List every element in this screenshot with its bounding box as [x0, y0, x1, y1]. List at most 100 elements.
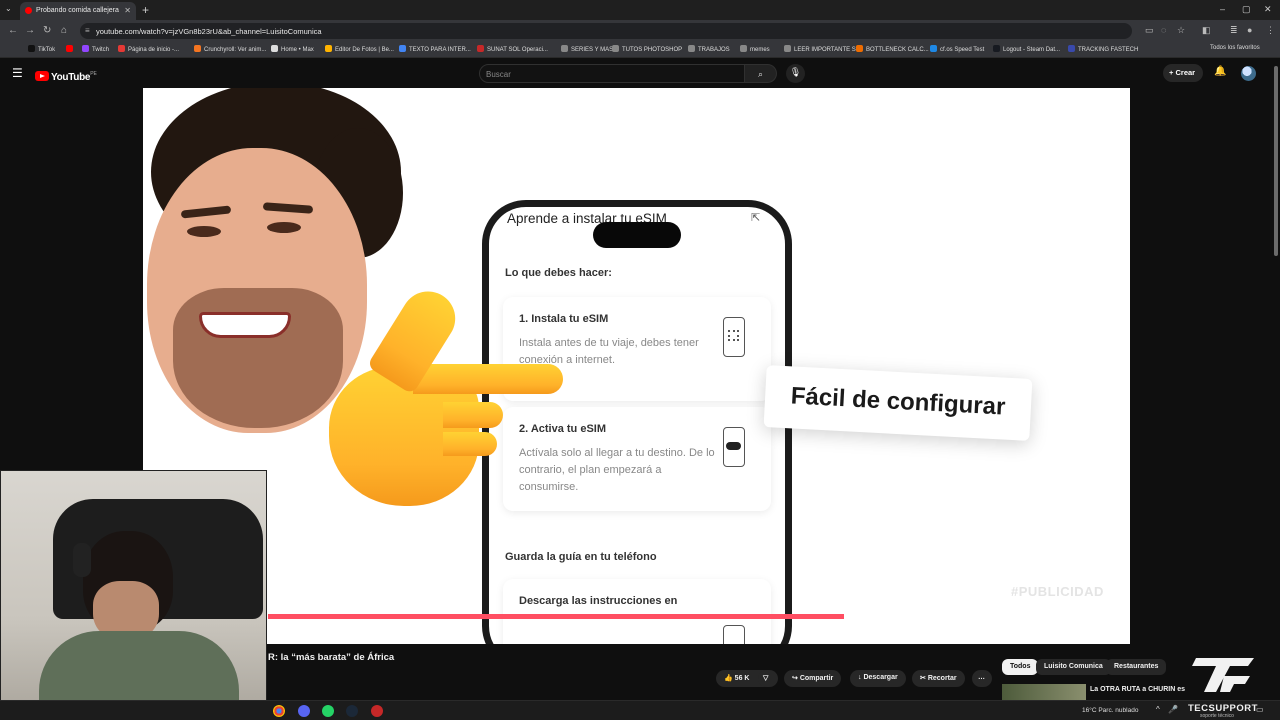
bookmark-label: TikTok: [38, 47, 56, 53]
url-field[interactable]: ≡ youtube.com/watch?v=jzVGn8b23rU&ab_cha…: [80, 23, 1132, 39]
bookmark-item[interactable]: TRABAJOS: [688, 45, 730, 53]
bookmark-item[interactable]: LEER IMPORTANTE S: [784, 45, 856, 53]
bookmark-item[interactable]: SUNAT SOL Operaci...: [477, 45, 548, 53]
recommended-video-title[interactable]: La OTRA RUTA a CHURIN es: [1090, 686, 1185, 693]
step3-title: Descarga las instrucciones en: [519, 595, 678, 607]
bookmark-label: Crunchyroll: Ver anim...: [204, 47, 267, 53]
minimize-icon[interactable]: –: [1220, 4, 1225, 14]
discord-taskbar-icon[interactable]: [298, 705, 310, 717]
tab-title: Probando comida callejera: [36, 7, 119, 14]
bookmark-item[interactable]: memes: [740, 45, 770, 53]
youtube-logo[interactable]: YouTubePE: [35, 67, 97, 85]
profile-icon[interactable]: ●: [1247, 25, 1252, 35]
page-scrollbar[interactable]: [1272, 58, 1280, 700]
search-input[interactable]: Buscar: [479, 64, 745, 83]
bookmark-favicon-icon: [740, 45, 747, 52]
bookmark-item[interactable]: Logout - Steam Dat...: [993, 45, 1060, 53]
bookmark-favicon-icon: [784, 45, 791, 52]
address-bar-row: ← → ↻ ⌂ ≡ youtube.com/watch?v=jzVGn8b23r…: [0, 20, 1280, 42]
browser-tab-strip: ⌄ Probando comida callejera ✕ + – ▢ ✕: [0, 0, 1280, 20]
bookmark-item[interactable]: SERIES Y MAS: [561, 45, 613, 53]
bookmark-item[interactable]: Editor De Fotos | Be...: [325, 45, 394, 53]
headphones-icon: [73, 543, 91, 577]
voice-search-icon[interactable]: 🎙: [786, 64, 805, 83]
bookmark-item[interactable]: TUTOS PHOTOSHOP: [612, 45, 682, 53]
reload-icon[interactable]: ↻: [43, 25, 51, 36]
hamburger-menu-icon[interactable]: ☰: [12, 66, 23, 80]
scrollbar-thumb[interactable]: [1274, 66, 1278, 256]
site-info-icon[interactable]: ≡: [85, 26, 90, 35]
all-bookmarks-folder[interactable]: Todos los favoritos: [1210, 45, 1260, 51]
browser-tab[interactable]: Probando comida callejera ✕: [20, 2, 136, 20]
bookmark-label: memes: [750, 47, 770, 53]
bookmark-label: Editor De Fotos | Be...: [335, 47, 394, 53]
create-button[interactable]: + Crear: [1163, 64, 1203, 82]
weather-widget[interactable]: 16°C Parc. nublado: [1082, 707, 1138, 714]
bookmark-favicon-icon: [82, 45, 89, 52]
hand-ring-finger: [443, 432, 497, 456]
chip-channel[interactable]: Luisito Comunica: [1036, 659, 1111, 675]
bookmark-item[interactable]: TEXTO PARA INTER...: [399, 45, 471, 53]
bookmark-item[interactable]: TRACKING FASTECH: [1068, 45, 1138, 53]
youtube-favicon-icon: [25, 7, 32, 14]
bookmark-label: Home • Max: [281, 47, 314, 53]
share-button[interactable]: ↪ Compartir: [784, 670, 842, 687]
chrome-taskbar-icon[interactable]: [273, 705, 285, 717]
steam-taskbar-icon[interactable]: [346, 705, 358, 717]
bookmark-label: Página de inicio -...: [128, 47, 180, 53]
whatsapp-taskbar-icon[interactable]: [322, 705, 334, 717]
share-screen-icon: ⇱: [751, 212, 761, 224]
more-actions-button[interactable]: …: [972, 670, 992, 687]
dislike-button[interactable]: ▽: [758, 670, 778, 687]
bookmark-item[interactable]: [66, 45, 76, 53]
home-icon[interactable]: ⌂: [61, 25, 67, 36]
microphone-icon[interactable]: 🎤: [1168, 705, 1178, 714]
bookmark-item[interactable]: BOTTLENECK CALC...: [856, 45, 929, 53]
close-tab-icon[interactable]: ✕: [124, 6, 131, 15]
tray-chevron-icon[interactable]: ^: [1156, 705, 1160, 714]
chip-restaurants[interactable]: Restaurantes: [1106, 659, 1167, 675]
host-beard: [173, 288, 343, 428]
bookmark-item[interactable]: TikTok: [28, 45, 55, 53]
clip-button[interactable]: ✂ Recortar: [912, 670, 965, 687]
bookmark-item[interactable]: Crunchyroll: Ver anim...: [194, 45, 266, 53]
maximize-icon[interactable]: ▢: [1242, 4, 1251, 15]
bookmark-item[interactable]: cf.os Speed Test: [930, 45, 984, 53]
bookmark-favicon-icon: [66, 45, 73, 52]
bookmark-item[interactable]: Twitch: [82, 45, 109, 53]
country-code: PE: [90, 71, 97, 77]
window-close-icon[interactable]: ✕: [1264, 4, 1272, 15]
plus-icon: +: [1169, 68, 1174, 77]
reading-list-icon[interactable]: ≣: [1230, 25, 1238, 36]
account-avatar[interactable]: [1241, 66, 1256, 81]
download-icon: ↓: [858, 674, 862, 681]
bookmark-label: SERIES Y MAS: [571, 47, 614, 53]
hand-middle-finger: [443, 402, 503, 428]
forward-icon[interactable]: →: [25, 25, 35, 36]
bookmark-star-icon[interactable]: ☆: [1177, 25, 1185, 36]
extensions-icon[interactable]: ◧: [1202, 25, 1211, 36]
cast-icon[interactable]: ▭: [1145, 25, 1154, 36]
download-button[interactable]: ↓ Descargar: [850, 670, 906, 687]
bookmark-item[interactable]: Home • Max: [271, 45, 314, 53]
bookmark-item[interactable]: Página de inicio -...: [118, 45, 179, 53]
video-player[interactable]: Aprende a instalar tu eSIM ⇱ Lo que debe…: [143, 88, 1130, 644]
back-icon[interactable]: ←: [8, 25, 18, 36]
tab-search-icon[interactable]: ⌄: [5, 4, 12, 13]
browser-menu-icon[interactable]: ⋮: [1266, 25, 1275, 36]
new-tab-icon[interactable]: +: [142, 3, 149, 17]
bookmark-favicon-icon: [399, 45, 406, 52]
bookmark-label: Logout - Steam Dat...: [1003, 47, 1061, 53]
notifications-bell-icon[interactable]: 🔔: [1214, 66, 1226, 77]
bookmark-label: cf.os Speed Test: [940, 47, 985, 53]
video-title: R: la “más barata” de África: [268, 652, 395, 663]
hand-index-finger: [413, 364, 563, 394]
bookmark-label: LEER IMPORTANTE S: [794, 47, 856, 53]
search-button[interactable]: ⌕: [745, 64, 777, 83]
chip-all[interactable]: Todos: [1002, 659, 1039, 675]
video-progress-bar[interactable]: [268, 614, 1128, 619]
search-icon: ⌕: [757, 69, 764, 79]
eye-off-icon[interactable]: ◌: [1161, 25, 1166, 35]
obs-taskbar-icon[interactable]: [371, 705, 383, 717]
step-card-download: Descarga las instrucciones en: [503, 579, 771, 644]
